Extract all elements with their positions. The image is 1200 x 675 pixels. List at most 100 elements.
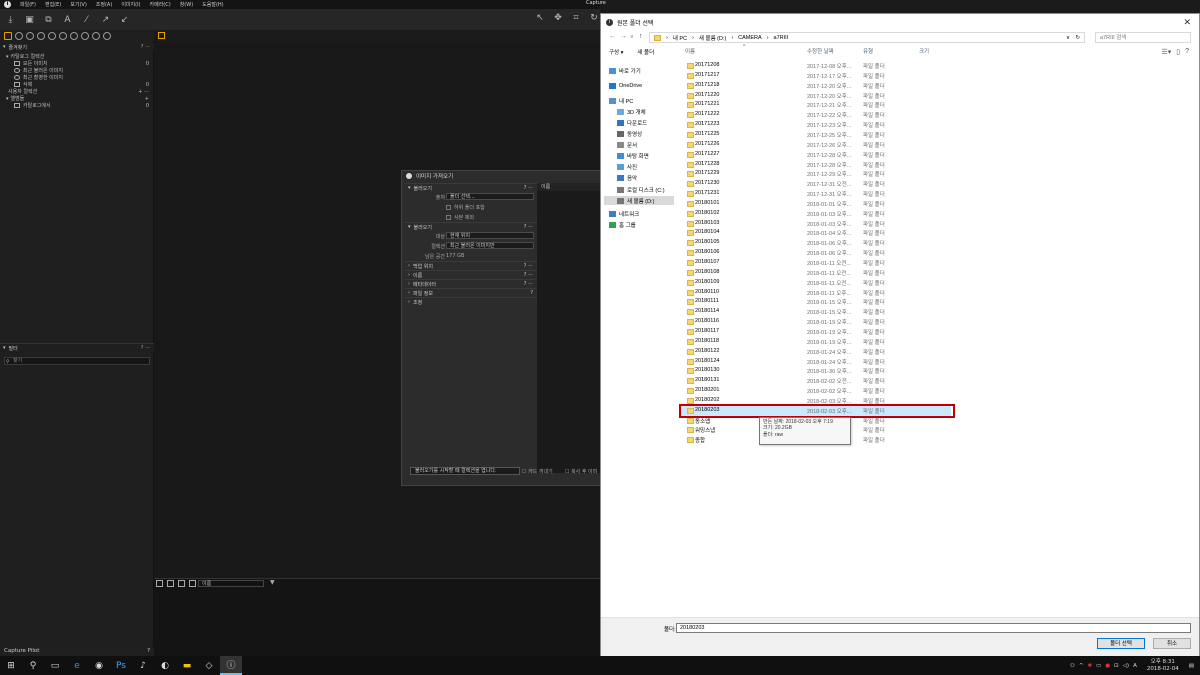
nav-item[interactable]: 동영상 bbox=[617, 129, 642, 138]
address-bar[interactable]: › 내 PC › 새 볼륨 (D:) › CAMERA › a7RIII ∨ ↻ bbox=[649, 32, 1085, 43]
up-arrow-icon[interactable]: ↑ bbox=[639, 33, 643, 40]
folder-row[interactable]: 20180111 2018-01-15 오후... 파일 폴더 bbox=[681, 297, 951, 307]
folder-row[interactable]: 20180124 2018-01-24 오후... 파일 폴더 bbox=[681, 357, 951, 367]
edge-icon[interactable]: e bbox=[66, 656, 88, 675]
brush-icon[interactable]: ⁄ bbox=[81, 14, 92, 25]
rotate-tool-icon[interactable]: ↻ bbox=[588, 12, 600, 24]
close-icon[interactable]: ✕ bbox=[1183, 17, 1191, 28]
arrow-down-icon[interactable]: ↙ bbox=[119, 14, 130, 25]
app-icon[interactable]: ◉ bbox=[88, 656, 110, 675]
folder-row[interactable]: 20180101 2018-01-01 오후... 파일 폴더 bbox=[681, 199, 951, 209]
nav-item[interactable]: 새 볼륨 (D:) bbox=[604, 196, 674, 205]
sort-direction-icon[interactable]: ▼ bbox=[270, 579, 275, 586]
cursor-tool-icon[interactable]: ↖ bbox=[534, 12, 546, 24]
help-icon[interactable]: ? bbox=[147, 647, 150, 656]
naming-section-header[interactable]: › 이름? ⋯ bbox=[404, 270, 537, 279]
breadcrumb-item[interactable]: CAMERA bbox=[738, 35, 762, 41]
lens-tab-icon[interactable] bbox=[26, 31, 34, 40]
menu-edit[interactable]: 편집(E) bbox=[45, 1, 61, 8]
folder-row[interactable]: 20171227 2017-12-28 오후... 파일 폴더 bbox=[681, 150, 951, 160]
battery-icon[interactable]: ▭ bbox=[1096, 663, 1101, 669]
adjustments-section-header[interactable]: › 조정 bbox=[404, 297, 537, 306]
folder-row[interactable]: 20180114 2018-01-15 오후... 파일 폴더 bbox=[681, 307, 951, 317]
folder-row[interactable]: 20180131 2018-02-02 오전... 파일 폴더 bbox=[681, 376, 951, 386]
folder-row[interactable]: 20180104 2018-01-04 오후... 파일 폴더 bbox=[681, 228, 951, 238]
menu-image[interactable]: 이미지(I) bbox=[121, 1, 140, 8]
nav-item[interactable]: 바로 가기 bbox=[609, 66, 641, 75]
chevron-up-icon[interactable]: ^ bbox=[1079, 663, 1084, 669]
folder-row[interactable]: 20171229 2017-12-29 오후... 파일 폴더 bbox=[681, 169, 951, 179]
folder-row[interactable]: 20171230 2017-12-31 오전... 파일 폴더 bbox=[681, 179, 951, 189]
metadata-tab-icon[interactable] bbox=[81, 31, 89, 40]
help-icon[interactable]: ? ⋯ bbox=[141, 44, 150, 50]
collection-recent-captures[interactable]: 최근 촬영한 이미지 bbox=[0, 74, 154, 81]
nav-item[interactable]: 음악 bbox=[617, 173, 637, 182]
folder-row[interactable]: 20171223 2017-12-23 오후... 파일 폴더 bbox=[681, 120, 951, 130]
folder-row[interactable]: 20171220 2017-12-20 오후... 파일 폴더 bbox=[681, 91, 951, 101]
folder-row[interactable]: 20180201 2018-02-02 오후... 파일 폴더 bbox=[681, 386, 951, 396]
forward-arrow-icon[interactable]: → bbox=[620, 33, 627, 40]
menu-help[interactable]: 도움말(H) bbox=[202, 1, 223, 8]
collection-recent-imports[interactable]: 최근 불러온 이미지 bbox=[0, 67, 154, 74]
recent-locations-icon[interactable]: ∨ bbox=[630, 34, 634, 40]
grid-view-icon[interactable] bbox=[158, 32, 165, 39]
folder-row[interactable]: 20171225 2017-12-25 오후... 파일 폴더 bbox=[681, 130, 951, 140]
nav-item[interactable]: 사진 bbox=[617, 162, 637, 171]
folder-row[interactable]: 20180116 2018-01-19 오후... 파일 폴더 bbox=[681, 317, 951, 327]
help-icon[interactable]: ? ⋯ bbox=[524, 263, 533, 269]
menu-file[interactable]: 파일(F) bbox=[20, 1, 36, 8]
album-item[interactable]: 카탈로그에서 0 bbox=[0, 102, 154, 109]
folder-row[interactable]: 20180106 2018-01-06 오후... 파일 폴더 bbox=[681, 248, 951, 258]
breadcrumb-item[interactable]: 새 볼륨 (D:) bbox=[699, 34, 726, 42]
folder-row[interactable]: 20171218 2017-12-20 오후... 파일 폴더 bbox=[681, 81, 951, 91]
volume-icon[interactable]: ◁) bbox=[1123, 663, 1129, 669]
folder-row[interactable]: 20180118 2018-01-19 오후... 파일 폴더 bbox=[681, 337, 951, 347]
folder-row[interactable]: 20180103 2018-01-03 오후... 파일 폴더 bbox=[681, 219, 951, 229]
clock[interactable]: 오후 8:31 2018-02-04 bbox=[1147, 659, 1179, 673]
breadcrumb-item[interactable]: a7RIII bbox=[774, 35, 789, 41]
copy-checkbox[interactable]: ☐ 복사 후 이미 bbox=[565, 468, 597, 475]
folder-search-input[interactable]: a7RIII 검색 bbox=[1095, 32, 1191, 43]
albums-header[interactable]: ▾ 앨범들 + bbox=[0, 95, 154, 103]
collection-trash[interactable]: 삭제 0 bbox=[0, 81, 154, 88]
list-view-icon[interactable] bbox=[167, 580, 174, 587]
capture-pilot-header[interactable]: Capture Pilot? bbox=[0, 647, 154, 656]
backup-section-header[interactable]: › 백업 위치? ⋯ bbox=[404, 261, 537, 270]
column-name[interactable]: 이름 bbox=[685, 47, 695, 55]
source-select[interactable]: 폴더 선택... bbox=[446, 193, 534, 200]
nav-item[interactable]: 네트워크 bbox=[609, 209, 639, 218]
people-icon[interactable]: ⚇ bbox=[1070, 663, 1075, 669]
import-icon[interactable]: ⤓ bbox=[5, 14, 16, 25]
sort-select[interactable]: 이름 bbox=[198, 580, 264, 587]
help-icon[interactable]: ? bbox=[530, 290, 533, 296]
collection-select[interactable]: 최근 불러온 이미지만 bbox=[446, 242, 534, 249]
camera-icon[interactable]: ▣ bbox=[24, 14, 35, 25]
output-tab-icon[interactable] bbox=[92, 31, 100, 40]
user-collections-header[interactable]: 사용자 컬렉션 + ⋯ bbox=[0, 88, 154, 96]
cancel-button[interactable]: 취소 bbox=[1153, 638, 1191, 649]
select-folder-button[interactable]: 폴더 선택 bbox=[1097, 638, 1145, 649]
task-view-icon[interactable]: ▭ bbox=[44, 656, 66, 675]
dropdown-icon[interactable]: ∨ bbox=[1066, 35, 1070, 41]
nav-item[interactable]: OneDrive bbox=[609, 81, 642, 90]
nav-item[interactable]: 로컬 디스크 (C:) bbox=[617, 185, 665, 194]
filter-search-input[interactable]: 찾기 bbox=[4, 357, 150, 365]
folder-row[interactable]: 20180110 2018-01-11 오후... 파일 폴더 bbox=[681, 288, 951, 298]
folder-row[interactable]: 20180117 2018-01-19 오후... 파일 폴더 bbox=[681, 327, 951, 337]
notifications-icon[interactable]: ▤ bbox=[1189, 663, 1194, 669]
refresh-icon[interactable]: ↻ bbox=[1075, 35, 1080, 41]
library-tab-icon[interactable] bbox=[4, 31, 12, 40]
capture-tab-icon[interactable] bbox=[15, 31, 23, 40]
nav-item[interactable]: 내 PC bbox=[609, 96, 633, 105]
collection-all-images[interactable]: 모든 이미지 0 bbox=[0, 60, 154, 67]
folder-row[interactable]: 20171222 2017-12-22 오후... 파일 폴더 bbox=[681, 110, 951, 120]
folder-row[interactable]: 20180107 2018-01-11 오전... 파일 폴더 bbox=[681, 258, 951, 268]
metadata-section-header[interactable]: › 메타데이터? ⋯ bbox=[404, 279, 537, 288]
folder-row[interactable]: 20180108 2018-01-11 오전... 파일 폴더 bbox=[681, 268, 951, 278]
file-explorer-icon[interactable]: ▬ bbox=[176, 656, 198, 675]
catalog-collections-header[interactable]: ▾ 카탈로그 컬렉션 bbox=[0, 53, 154, 61]
search-icon[interactable]: ⚲ bbox=[22, 656, 44, 675]
nav-item[interactable]: 3D 개체 bbox=[617, 107, 646, 116]
help-icon[interactable]: ? ⋯ bbox=[524, 224, 533, 230]
new-folder-button[interactable]: 새 폴더 bbox=[637, 48, 654, 56]
